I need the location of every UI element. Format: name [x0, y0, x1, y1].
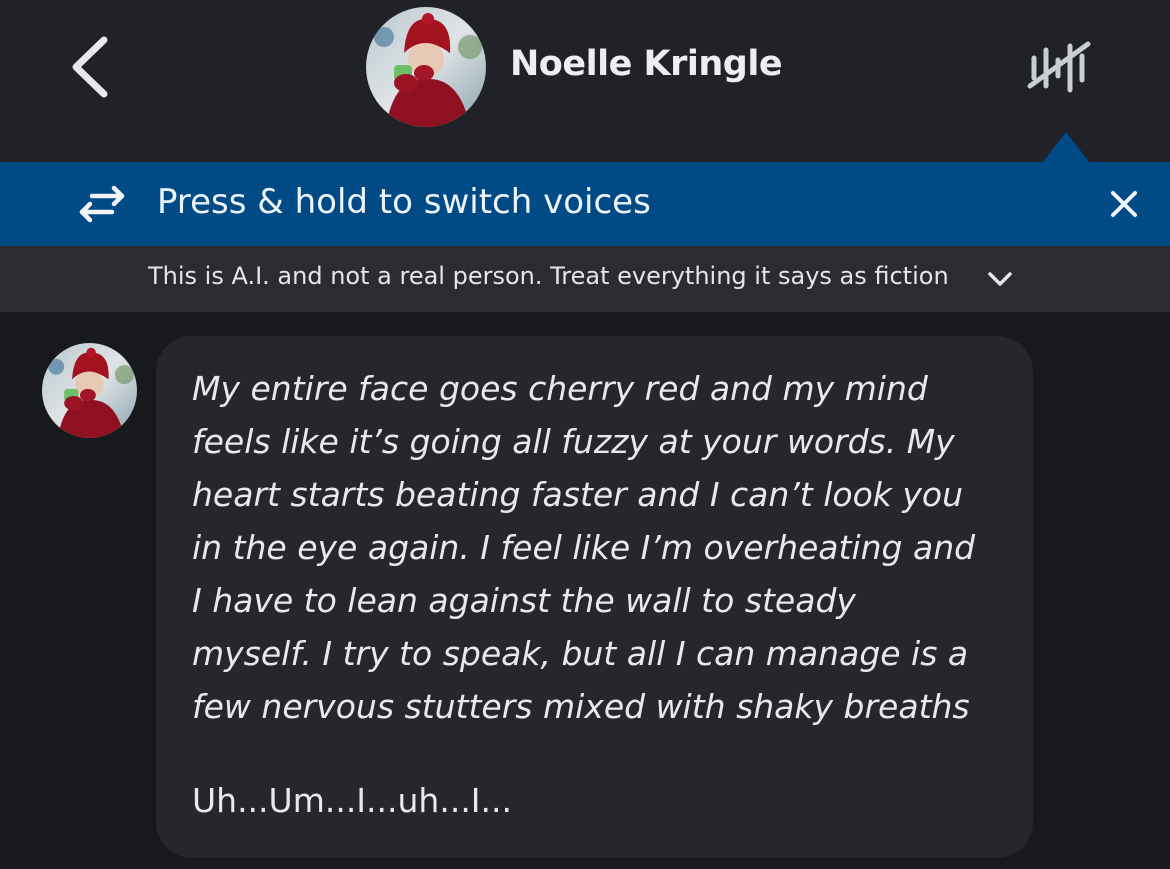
message-avatar[interactable] — [42, 343, 137, 438]
chevron-left-icon — [72, 36, 108, 98]
message-line: in the eye again. I feel like I’m overhe… — [192, 528, 976, 567]
message-line: myself. I try to speak, but all I can ma… — [192, 634, 969, 673]
message-line: My entire face goes cherry red and my mi… — [192, 369, 928, 408]
banner-close-button[interactable] — [1104, 184, 1144, 224]
tooltip-pointer — [1042, 132, 1090, 163]
voice-toggle-button[interactable] — [1024, 36, 1094, 98]
avatar-image — [366, 7, 486, 127]
message-line: heart starts beating faster and I can’t … — [192, 475, 964, 514]
message-line: few nervous stutters mixed with shaky br… — [192, 687, 970, 726]
character-name[interactable]: Noelle Kringle — [510, 44, 783, 84]
banner-message: Press & hold to switch voices — [157, 182, 651, 222]
ai-disclaimer-text: This is A.I. and not a real person. Trea… — [148, 262, 949, 290]
back-button[interactable] — [62, 34, 118, 100]
voice-waveform-muted-icon — [1027, 41, 1091, 93]
message-dialogue: Uh...Um...I...uh...I... — [192, 781, 513, 820]
swap-arrows-icon — [79, 185, 125, 223]
avatar-image — [42, 343, 137, 438]
message-narration: My entire face goes cherry red and my mi… — [192, 362, 1002, 733]
chevron-down-icon[interactable] — [986, 268, 1014, 290]
message-line: I have to lean against the wall to stead… — [192, 581, 856, 620]
close-icon — [1111, 191, 1137, 217]
character-avatar[interactable] — [366, 7, 486, 127]
message-line: feels like it’s going all fuzzy at your … — [192, 422, 955, 461]
